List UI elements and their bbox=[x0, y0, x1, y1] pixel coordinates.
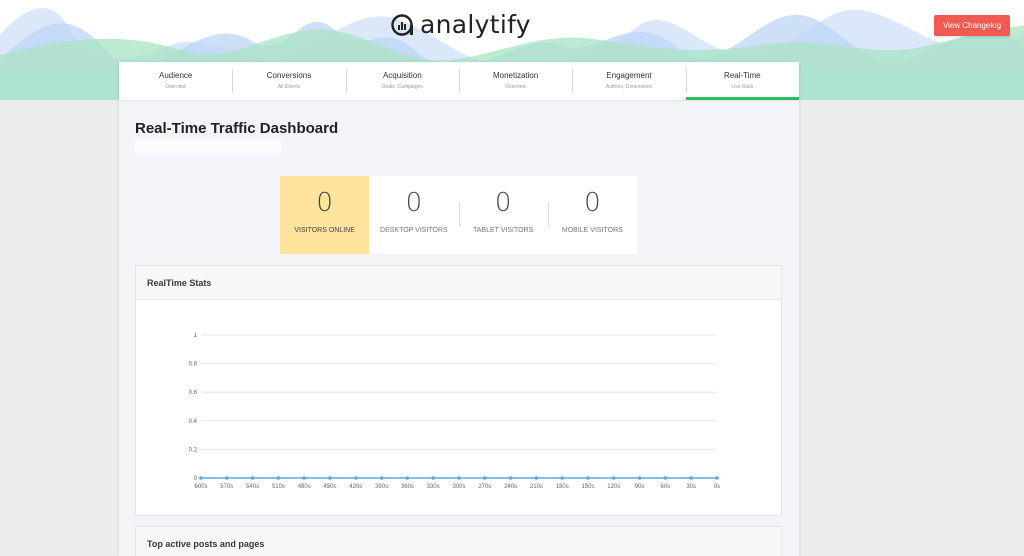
x-tick-label: 60s bbox=[661, 484, 671, 490]
y-tick-label: 0.4 bbox=[189, 419, 198, 425]
tab-title: Engagement bbox=[606, 71, 652, 80]
data-point bbox=[431, 476, 436, 480]
realtime-line-chart: 0 0.2 0.4 0.6 0.8 1 600s 570s 540s 510s 480s 450s 42… bbox=[189, 333, 721, 490]
tab-title: Acquisition bbox=[382, 71, 422, 80]
data-point bbox=[457, 476, 461, 480]
realtime-stats-card: RealTime Stats 0 0.2 0.4 0.6 0.8 1 600s 570s 540… bbox=[135, 265, 782, 516]
view-changelog-button[interactable]: View Changelog bbox=[934, 15, 1010, 36]
data-point bbox=[405, 476, 410, 480]
x-tick-label: 510s bbox=[272, 484, 285, 490]
tab-engagement[interactable]: Engagement Authors, Dimensions bbox=[572, 62, 685, 100]
x-tick-label: 180s bbox=[556, 484, 569, 490]
tab-title: Monetization bbox=[492, 71, 539, 80]
tab-subtitle: Live Stats bbox=[731, 84, 754, 90]
data-point bbox=[612, 476, 616, 480]
data-point bbox=[225, 476, 229, 480]
tab-title: Real-Time bbox=[724, 71, 761, 80]
x-tick-label: 300s bbox=[452, 484, 465, 490]
logo-text: analytify bbox=[420, 10, 531, 39]
tab-real-time[interactable]: Real-Time Live Stats bbox=[685, 62, 799, 100]
tab-subtitle: Overview bbox=[165, 84, 187, 90]
x-tick-label: 570s bbox=[220, 484, 233, 490]
tab-audience[interactable]: Audience Overview bbox=[119, 62, 232, 100]
data-point bbox=[199, 476, 203, 480]
x-tick-label: 120s bbox=[607, 484, 620, 490]
counter-label: VISITORS ONLINE bbox=[294, 227, 355, 234]
x-tick-label: 540s bbox=[246, 484, 259, 490]
y-tick-label: 1 bbox=[194, 333, 198, 339]
data-point bbox=[483, 476, 487, 480]
x-tick-label: 330s bbox=[427, 484, 440, 490]
x-tick-label: 150s bbox=[581, 484, 594, 490]
counter-desktop-visitors: 0 DESKTOP VISITORS bbox=[369, 176, 458, 254]
data-point bbox=[276, 476, 281, 480]
data-point bbox=[379, 476, 384, 480]
tab-subtitle: Goals, Campaigns bbox=[381, 84, 423, 90]
data-point bbox=[689, 476, 693, 480]
tab-subtitle: Authors, Dimensions bbox=[605, 84, 653, 90]
x-tick-label: 390s bbox=[375, 484, 388, 490]
counter-value: 0 bbox=[584, 188, 601, 218]
x-tick-label: 90s bbox=[635, 484, 645, 490]
counter-label: MOBILE VISITORS bbox=[561, 227, 623, 234]
x-tick-label: 270s bbox=[478, 484, 491, 490]
data-point bbox=[663, 476, 668, 480]
analytify-logo-icon bbox=[391, 13, 413, 36]
dashboard-panel: Audience Overview Conversions All Events… bbox=[119, 62, 799, 556]
y-tick-label: 0 bbox=[194, 476, 198, 482]
analytify-logo[interactable]: analytify bbox=[390, 10, 531, 39]
x-tick-label: 420s bbox=[349, 484, 362, 490]
data-point bbox=[560, 476, 564, 480]
x-tick-label: 450s bbox=[323, 484, 336, 490]
tab-title: Audience bbox=[158, 71, 193, 80]
data-point bbox=[534, 476, 539, 480]
blurred-property-subtitle bbox=[135, 140, 281, 153]
x-tick-label: 210s bbox=[530, 484, 543, 490]
counter-value: 0 bbox=[405, 188, 423, 218]
tab-title: Conversions bbox=[266, 71, 312, 80]
page-title: Real-Time Traffic Dashboard bbox=[135, 120, 339, 137]
data-point bbox=[354, 476, 358, 480]
x-tick-label: 360s bbox=[401, 484, 414, 490]
y-tick-label: 0.2 bbox=[189, 447, 198, 453]
x-tick-label: 240s bbox=[504, 484, 517, 490]
tab-subtitle: All Events bbox=[277, 84, 301, 90]
x-tick-label: 480s bbox=[298, 484, 311, 490]
card-title: RealTime Stats bbox=[136, 266, 781, 300]
data-point bbox=[250, 476, 255, 480]
data-point bbox=[508, 476, 513, 480]
tab-subtitle: Overview bbox=[505, 84, 527, 90]
counter-value: 0 bbox=[316, 188, 333, 218]
x-tick-label: 600s bbox=[194, 484, 207, 490]
counter-mobile-visitors: 0 MOBILE VISITORS bbox=[547, 176, 637, 254]
top-pages-card: Top active posts and pages bbox=[135, 526, 782, 556]
visitor-counters: 0 VISITORS ONLINE 0 DESKTOP VISITORS 0 T… bbox=[280, 176, 637, 254]
report-tabs: Audience Overview Conversions All Events… bbox=[119, 62, 799, 101]
counter-tablet-visitors: 0 TABLET VISITORS bbox=[458, 176, 548, 254]
tab-monetization[interactable]: Monetization Overview bbox=[458, 62, 572, 100]
data-point bbox=[637, 476, 642, 480]
counter-visitors-online: 0 VISITORS ONLINE bbox=[280, 176, 370, 254]
tab-conversions[interactable]: Conversions All Events bbox=[232, 62, 345, 100]
y-tick-label: 0.8 bbox=[189, 362, 198, 368]
y-tick-label: 0.6 bbox=[189, 390, 198, 396]
data-point bbox=[715, 476, 719, 480]
data-point bbox=[586, 476, 590, 480]
tab-acquisition[interactable]: Acquisition Goals, Campaigns bbox=[345, 62, 459, 100]
card-title: Top active posts and pages bbox=[136, 527, 781, 556]
x-tick-label: 30s bbox=[686, 484, 696, 490]
x-tick-label: 0s bbox=[714, 484, 720, 490]
data-point bbox=[302, 476, 306, 480]
data-point bbox=[328, 476, 332, 480]
counter-value: 0 bbox=[494, 188, 512, 218]
counter-label: TABLET VISITORS bbox=[472, 227, 534, 234]
counter-label: DESKTOP VISITORS bbox=[380, 227, 448, 234]
